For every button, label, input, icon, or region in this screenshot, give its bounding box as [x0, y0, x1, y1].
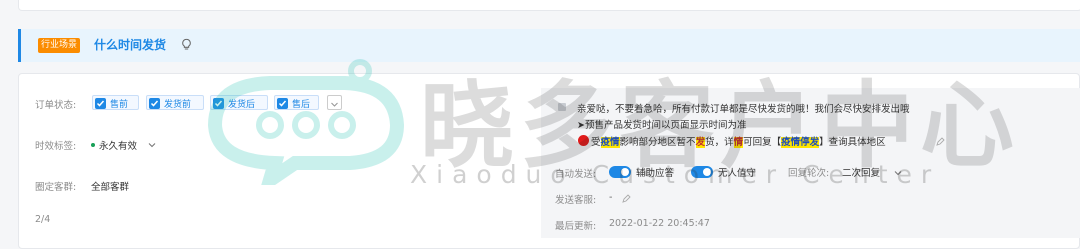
reply-round-value[interactable]: 二次回复	[842, 165, 880, 179]
checkbox-presale[interactable]: 售前	[92, 95, 139, 110]
checkbox-checked-icon	[213, 98, 224, 109]
reply-line-3: 受疫情影响部分地区暂不发货，详情可回复【疫情停发】查询具体地区	[591, 137, 886, 148]
edit-icon[interactable]	[935, 137, 945, 147]
industry-scene-tag: 行业场景	[38, 38, 81, 53]
last-update-label: 最后更新:	[555, 221, 597, 232]
checkbox-after-ship[interactable]: 发货后	[210, 95, 268, 110]
validity-label: 时效标签:	[35, 141, 77, 152]
checkbox-label: 发货前	[164, 100, 192, 110]
checkbox-label: 发货后	[228, 100, 256, 110]
checkbox-checked-icon	[277, 98, 288, 109]
assist-reply-label: 辅助应答	[636, 168, 675, 179]
scene-title: 什么时间发货	[94, 38, 167, 52]
checkbox-label: 售后	[292, 100, 311, 110]
customer-group-label: 圈定客群:	[35, 182, 77, 193]
chevron-down-icon[interactable]	[893, 168, 903, 178]
top-card	[18, 0, 1080, 11]
auto-send-label: 自动发送:	[555, 169, 597, 180]
assist-reply-toggle[interactable]	[609, 166, 631, 178]
chevron-down-icon	[331, 102, 338, 107]
last-update-value: 2022-01-22 20:45:47	[609, 218, 710, 229]
red-circle-icon	[578, 135, 589, 146]
checkbox-checked-icon	[95, 98, 106, 109]
customer-group-value: 全部客群	[91, 182, 130, 193]
checkbox-aftersale[interactable]: 售后	[274, 95, 319, 110]
checkbox-checked-icon	[149, 98, 160, 109]
unattended-label: 无人值守	[718, 168, 757, 179]
reply-line-2: ➤预售产品发货时间以页面显示时间为准	[577, 120, 747, 131]
checkbox-label: 售前	[110, 100, 129, 110]
pagination: 2/4	[35, 214, 51, 225]
unattended-toggle[interactable]	[691, 166, 713, 178]
sender-label: 发送客服:	[555, 195, 597, 206]
more-options-button[interactable]	[327, 95, 342, 110]
reply-round-label: 回复轮次:	[788, 168, 830, 179]
reply-line-1: 亲爱哒，不要着急哈，所有付款订单都是尽快发货的哦！我们会尽快安排发出哦	[577, 104, 910, 115]
edit-icon[interactable]	[621, 194, 631, 204]
chevron-down-icon[interactable]	[147, 140, 157, 150]
order-status-label: 订单状态:	[35, 100, 77, 111]
lightbulb-icon[interactable]	[179, 37, 194, 52]
validity-value[interactable]: 永久有效	[99, 138, 137, 152]
scene-header: 行业场景 什么时间发货	[18, 29, 1080, 62]
sender-value: -	[609, 192, 613, 203]
checkbox-before-ship[interactable]: 发货前	[146, 95, 204, 110]
message-icon	[558, 103, 566, 111]
status-dot-icon	[91, 143, 95, 147]
